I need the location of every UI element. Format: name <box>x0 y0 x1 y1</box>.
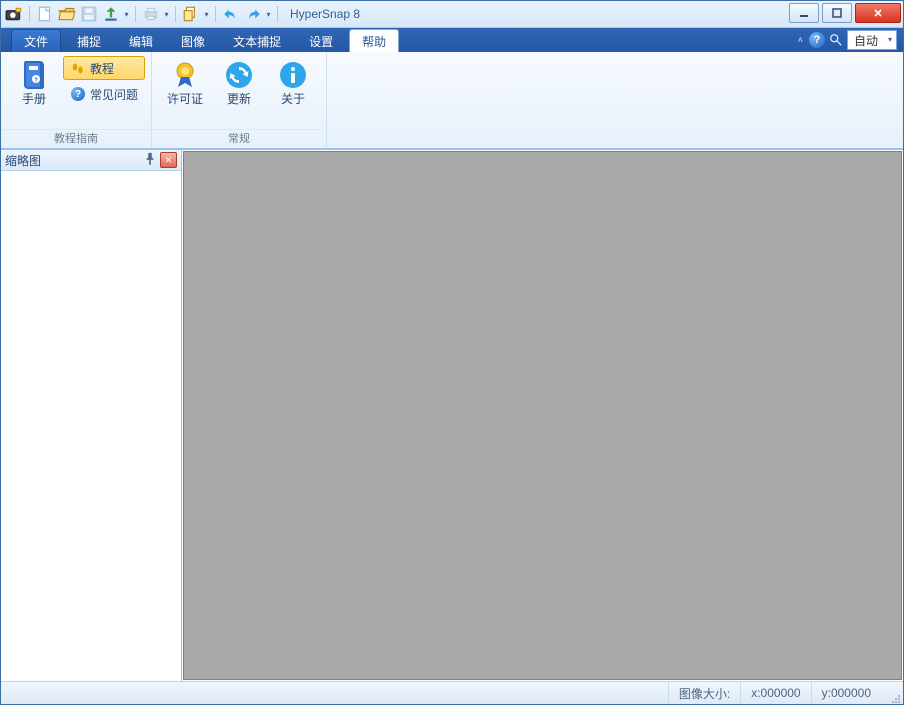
close-button[interactable] <box>855 3 901 23</box>
license-button[interactable]: 许可证 <box>158 56 212 107</box>
tutorial-label: 教程 <box>90 60 114 77</box>
qat-customize-dropdown-icon[interactable]: ▾ <box>265 10 272 19</box>
ribbon-group-general-label: 常规 <box>152 129 326 148</box>
qat-separator <box>215 6 216 22</box>
faq-label: 常见问题 <box>90 86 138 103</box>
info-icon <box>277 59 309 91</box>
copy-dropdown-icon[interactable]: ▾ <box>203 10 210 19</box>
tutorial-button[interactable]: 教程 <box>63 56 145 80</box>
canvas-area[interactable] <box>183 151 902 680</box>
minimize-button[interactable] <box>789 3 819 23</box>
print-dropdown-icon[interactable]: ▾ <box>163 10 170 19</box>
ribbon-group-tutorial: ? 手册 教程 ? 常见问题 教程指南 <box>1 52 152 148</box>
save-icon[interactable] <box>79 4 99 24</box>
zoom-select[interactable]: 自动 ▾ <box>847 30 897 50</box>
chevron-down-icon: ▾ <box>888 35 892 44</box>
manual-button[interactable]: ? 手册 <box>7 56 61 107</box>
manual-label: 手册 <box>22 93 46 106</box>
print-icon[interactable] <box>141 4 161 24</box>
qat-separator <box>135 6 136 22</box>
undo-icon[interactable] <box>221 4 241 24</box>
titlebar: ▾ ▾ ▾ ▾ HyperSnap 8 <box>1 1 903 28</box>
resize-grip[interactable] <box>881 680 903 705</box>
about-label: 关于 <box>281 93 305 106</box>
thumbnails-panel: 缩略图 ✕ <box>1 150 182 681</box>
tab-file[interactable]: 文件 <box>11 29 61 52</box>
book-icon: ? <box>18 59 50 91</box>
ribbon-tabs: 文件 捕捉 编辑 图像 文本捕捉 设置 帮助 ˄ ? 自动 ▾ <box>1 28 903 52</box>
qat-separator <box>175 6 176 22</box>
ribbon-group-general: 许可证 更新 关于 常规 <box>152 52 327 148</box>
app-title: HyperSnap 8 <box>290 7 360 21</box>
qat-separator <box>277 6 278 22</box>
tab-edit[interactable]: 编辑 <box>117 30 165 52</box>
update-button[interactable]: 更新 <box>212 56 266 107</box>
thumbnails-panel-title: 缩略图 <box>5 152 41 169</box>
thumbnails-panel-header: 缩略图 ✕ <box>1 150 181 171</box>
svg-text:?: ? <box>34 78 38 84</box>
tab-help[interactable]: 帮助 <box>349 29 399 52</box>
footprint-icon <box>70 60 86 76</box>
client-area: 缩略图 ✕ <box>1 149 903 681</box>
camera-icon[interactable] <box>4 4 24 24</box>
status-image-size: 图像大小: <box>668 682 740 704</box>
qat-separator <box>29 6 30 22</box>
tabs-right-tools: ˄ ? 自动 ▾ <box>798 28 897 52</box>
quick-access-toolbar: ▾ ▾ ▾ ▾ <box>1 1 284 27</box>
thumbnails-panel-body <box>1 171 181 681</box>
upload-icon[interactable] <box>101 4 121 24</box>
tab-settings[interactable]: 设置 <box>297 30 345 52</box>
copy-icon[interactable] <box>181 4 201 24</box>
new-icon[interactable] <box>35 4 55 24</box>
pin-icon[interactable] <box>143 152 157 166</box>
award-icon <box>169 59 201 91</box>
faq-button[interactable]: ? 常见问题 <box>63 82 145 106</box>
question-icon: ? <box>70 86 86 102</box>
about-button[interactable]: 关于 <box>266 56 320 107</box>
upload-dropdown-icon[interactable]: ▾ <box>123 10 130 19</box>
status-x: x:000000 <box>740 682 810 704</box>
zoom-value: 自动 <box>854 32 878 49</box>
status-y: y:000000 <box>811 682 881 704</box>
tab-capture[interactable]: 捕捉 <box>65 30 113 52</box>
help-icon[interactable]: ? <box>809 32 825 48</box>
ribbon: ? 手册 教程 ? 常见问题 教程指南 <box>1 52 903 149</box>
license-label: 许可证 <box>167 93 203 106</box>
tab-image[interactable]: 图像 <box>169 30 217 52</box>
refresh-icon <box>223 59 255 91</box>
app-window: ▾ ▾ ▾ ▾ HyperSnap 8 文件 捕捉 编辑 图像 文本捕捉 设置 … <box>0 0 904 705</box>
tab-text-capture[interactable]: 文本捕捉 <box>221 30 293 52</box>
redo-icon[interactable] <box>243 4 263 24</box>
ribbon-group-tutorial-label: 教程指南 <box>1 129 151 148</box>
minimize-ribbon-icon[interactable]: ˄ <box>798 35 803 45</box>
open-icon[interactable] <box>57 4 77 24</box>
window-buttons <box>789 3 901 23</box>
update-label: 更新 <box>227 93 251 106</box>
maximize-button[interactable] <box>822 3 852 23</box>
status-bar: 图像大小: x:000000 y:000000 <box>1 681 903 704</box>
panel-close-button[interactable]: ✕ <box>160 152 177 168</box>
search-icon[interactable] <box>829 33 843 47</box>
